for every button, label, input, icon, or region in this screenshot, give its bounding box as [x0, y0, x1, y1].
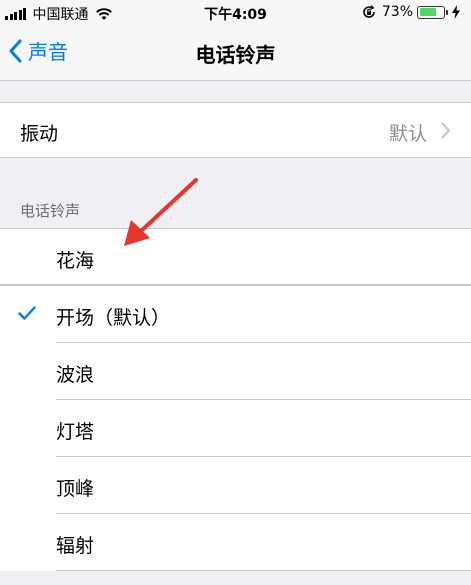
- navigation-bar: 声音 电话铃声: [0, 24, 471, 81]
- vibration-setting-cell[interactable]: 振动 默认: [0, 102, 471, 158]
- battery-percent: 73%: [381, 4, 413, 20]
- charging-bolt-icon: [452, 5, 460, 19]
- battery-icon: [417, 5, 448, 19]
- status-bar: 中国联通 下午4:09 73%: [0, 0, 471, 24]
- status-right: 73%: [362, 4, 461, 20]
- ringtone-label: 花海: [56, 250, 95, 272]
- page-title: 电话铃声: [195, 43, 276, 67]
- checkmark-icon: [18, 306, 36, 320]
- ringtone-row-huahai[interactable]: 花海: [0, 229, 471, 286]
- ringtone-label: 辐射: [56, 535, 95, 557]
- ringtone-label: 灯塔: [56, 421, 95, 443]
- ringtone-row-fushe[interactable]: 辐射: [0, 514, 471, 571]
- chevron-right-icon: [441, 122, 451, 139]
- rotation-lock-icon: [363, 5, 375, 18]
- ringtone-row-dingfeng[interactable]: 顶峰: [0, 457, 471, 514]
- ringtone-list: 花海 开场（默认） 波浪 灯塔 顶峰 辐射: [0, 228, 471, 571]
- ringtone-label: 开场（默认）: [56, 307, 171, 329]
- vibration-value: 默认: [388, 123, 427, 145]
- ringtone-row-bolang[interactable]: 波浪: [0, 343, 471, 400]
- ringtone-row-kaichang[interactable]: 开场（默认）: [0, 286, 471, 343]
- ringtone-label: 波浪: [56, 364, 95, 386]
- battery-fill: [419, 8, 436, 16]
- ringtone-label: 顶峰: [56, 478, 95, 500]
- vibration-label: 振动: [20, 123, 59, 145]
- ringtone-section-header: 电话铃声: [20, 202, 81, 220]
- ringtone-row-dengta[interactable]: 灯塔: [0, 400, 471, 457]
